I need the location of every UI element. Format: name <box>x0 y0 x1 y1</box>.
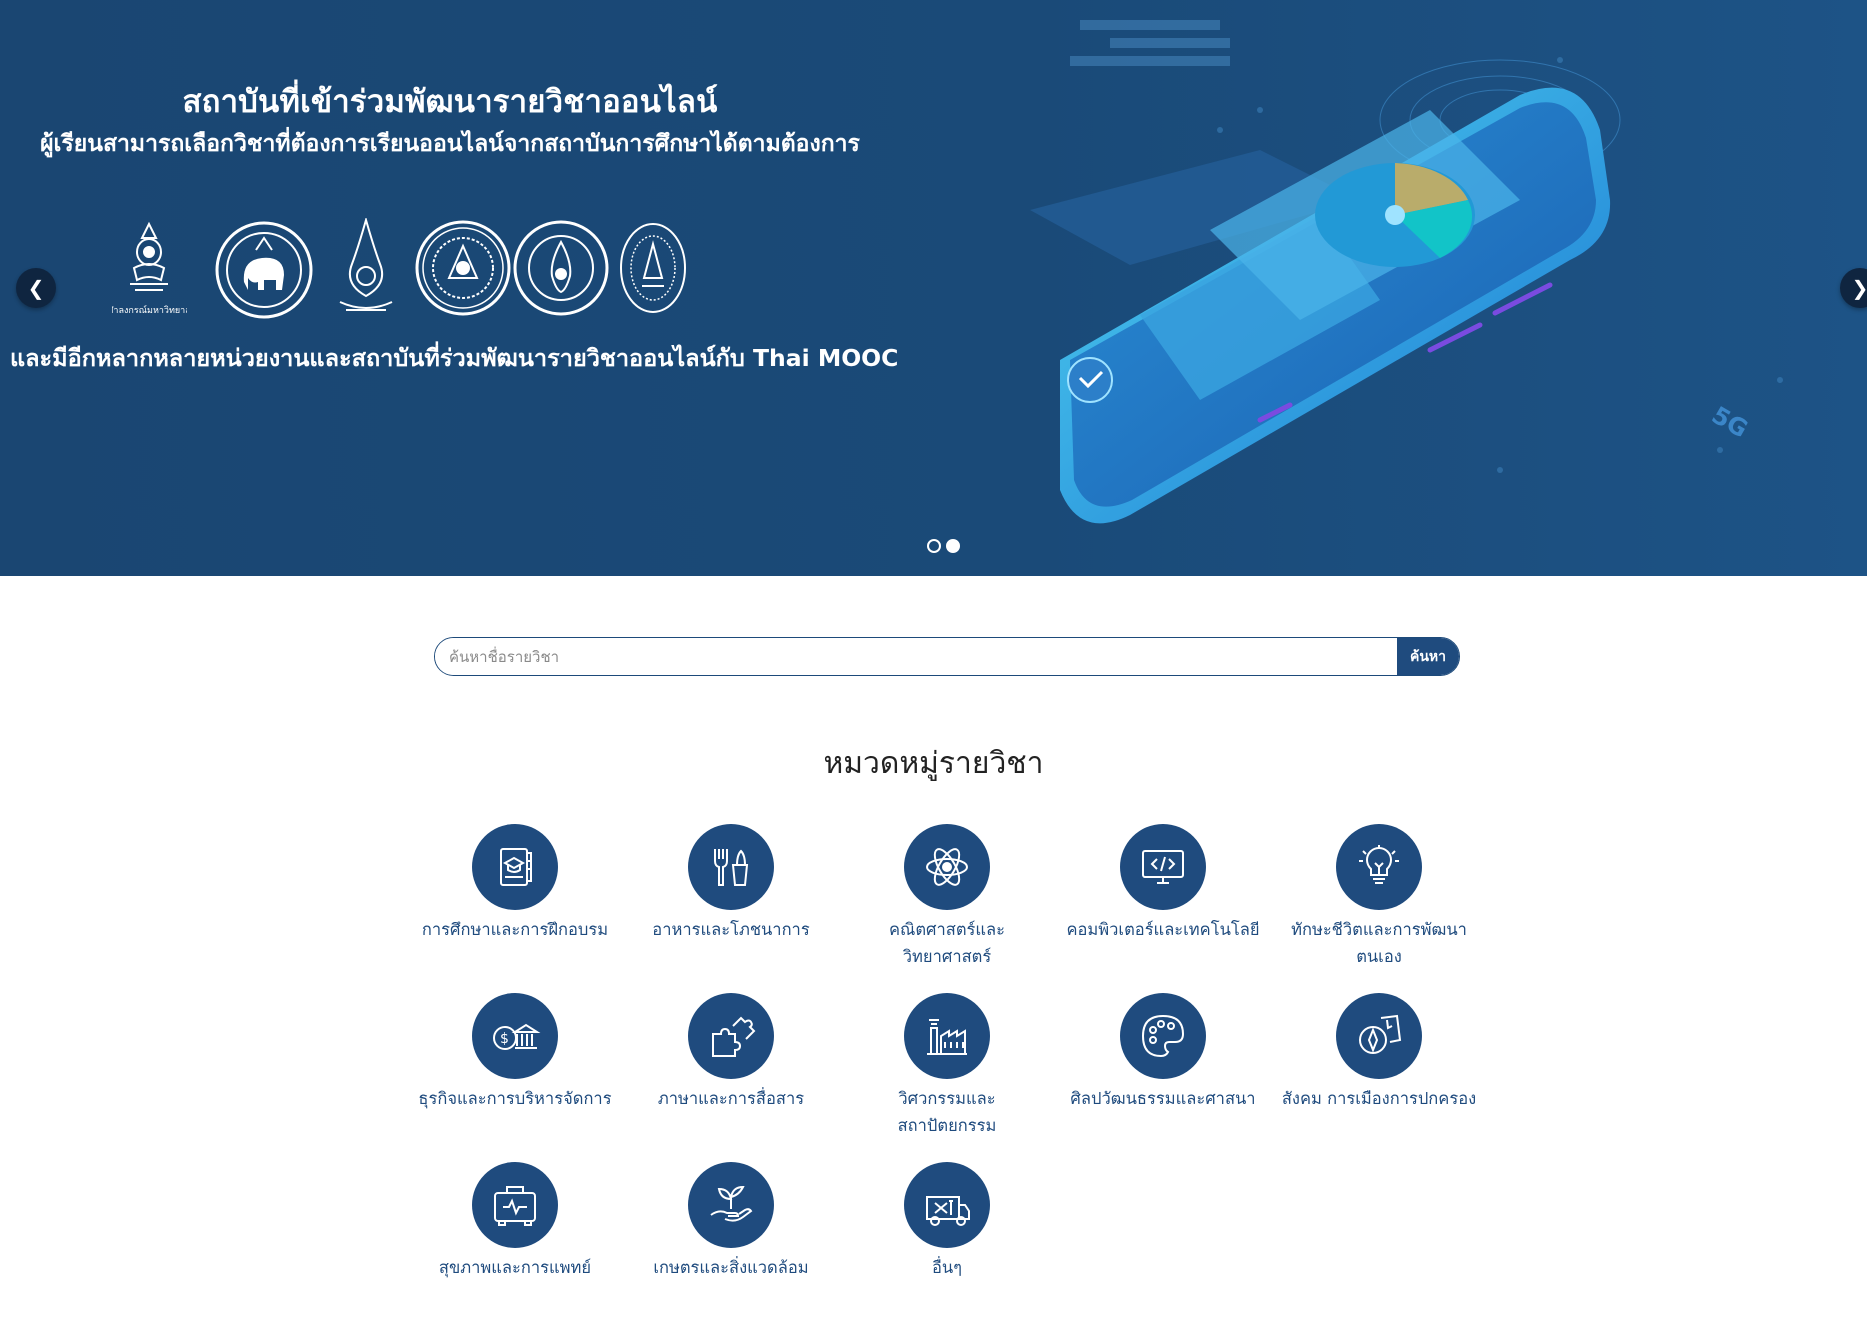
category-label: สังคม การเมืองการปกครอง <box>1281 1089 1477 1108</box>
search-bar: ค้นหา <box>434 637 1460 676</box>
category-label: คอมพิวเตอร์และเทคโนโลยี <box>1066 920 1260 939</box>
category-label: การศึกษาและการฝึกอบรม <box>421 920 609 939</box>
category-science[interactable]: คณิตศาสตร์และ วิทยาศาสตร์ <box>839 824 1055 993</box>
category-label: คณิตศาสตร์และ วิทยาศาสตร์ <box>888 920 1006 966</box>
categories-title: หมวดหมู่รายวิชา <box>823 746 1044 781</box>
hero-subtitle: ผู้เรียนสามารถเลือกวิชาที่ต้องการเรียนออ… <box>40 131 860 157</box>
food-utensils-icon <box>688 824 774 910</box>
category-label: อาหารและโภชนาการ <box>652 920 810 939</box>
category-label: วิศวกรรมและ สถาปัตยกรรม <box>897 1089 997 1135</box>
category-label: ทักษะชีวิตและการพัฒนา ตนเอง <box>1291 920 1467 966</box>
hero-title: สถาบันที่เข้าร่วมพัฒนารายวิชาออนไลน์ <box>182 84 718 120</box>
bank-money-icon: $ <box>472 993 558 1079</box>
plant-hand-icon <box>688 1162 774 1248</box>
hero-banner: สถาบันที่เข้าร่วมพัฒนารายวิชาออนไลน์ ผู้… <box>0 0 1867 576</box>
category-health[interactable]: สุขภาพและการแพทย์ <box>407 1162 623 1331</box>
category-label: อื่นๆ <box>931 1258 963 1277</box>
search-input[interactable] <box>435 638 1397 675</box>
category-computer[interactable]: คอมพิวเตอร์และเทคโนโลยี <box>1055 824 1271 993</box>
puzzle-icon <box>688 993 774 1079</box>
university-seal-logo <box>620 223 686 313</box>
category-social[interactable]: สังคม การเมืองการปกครอง <box>1271 993 1487 1162</box>
category-grid: การศึกษาและการฝึกอบรม อาหารและโภชนาการ ค… <box>407 824 1487 1331</box>
chevron-right-icon: ❯ <box>1851 276 1867 300</box>
category-agriculture[interactable]: เกษตรและสิ่งแวดล้อม <box>623 1162 839 1331</box>
flame-crest-logo <box>339 218 393 311</box>
elephant-seal-logo <box>215 221 313 319</box>
carousel-prev-button[interactable]: ❮ <box>16 268 56 308</box>
logo-caption: จุฬาลงกรณ์มหาวิทยาลัย <box>112 304 187 316</box>
royal-seal-logo <box>415 220 511 316</box>
search-button[interactable]: ค้นหา <box>1397 638 1459 675</box>
category-engineering[interactable]: วิศวกรรมและ สถาปัตยกรรม <box>839 993 1055 1162</box>
category-label: สุขภาพและการแพทย์ <box>438 1258 592 1277</box>
category-life-skills[interactable]: ทักษะชีวิตและการพัฒนา ตนเอง <box>1271 824 1487 993</box>
chula-crest-logo: จุฬาลงกรณ์มหาวิทยาลัย <box>112 221 187 316</box>
category-food[interactable]: อาหารและโภชนาการ <box>623 824 839 993</box>
atom-icon <box>904 824 990 910</box>
partner-logos: จุฬาลงกรณ์มหาวิทยาลัย <box>112 218 712 322</box>
category-label: ศิลปวัฒนธรรมและศาสนา <box>1070 1089 1256 1108</box>
mahidol-seal-logo <box>513 220 609 316</box>
category-education[interactable]: การศึกษาและการฝึกอบรม <box>407 824 623 993</box>
education-book-icon <box>472 824 558 910</box>
category-label: เกษตรและสิ่งแวดล้อม <box>653 1258 809 1277</box>
tools-truck-icon <box>904 1162 990 1248</box>
carousel-dot-1[interactable] <box>927 539 941 553</box>
carousel-dot-2[interactable] <box>946 539 960 553</box>
category-arts[interactable]: ศิลปวัฒนธรรมและศาสนา <box>1055 993 1271 1162</box>
category-label: ภาษาและการสื่อสาร <box>657 1089 805 1108</box>
svg-text:$: $ <box>500 1031 509 1047</box>
category-language[interactable]: ภาษาและการสื่อสาร <box>623 993 839 1162</box>
computer-code-icon <box>1120 824 1206 910</box>
carousel-indicators <box>927 539 960 553</box>
palette-icon <box>1120 993 1206 1079</box>
medical-kit-icon <box>472 1162 558 1248</box>
factory-icon <box>904 993 990 1079</box>
compass-book-icon <box>1336 993 1422 1079</box>
chevron-left-icon: ❮ <box>27 276 45 300</box>
lightbulb-icon <box>1336 824 1422 910</box>
hero-footer-text: และมีอีกหลากหลายหน่วยงานและสถาบันที่ร่วม… <box>10 344 899 372</box>
svg-text:5G: 5G <box>1707 401 1753 443</box>
category-label: ธุรกิจและการบริหารจัดการ <box>418 1089 612 1108</box>
category-others[interactable]: อื่นๆ <box>839 1162 1055 1331</box>
category-business[interactable]: $ ธุรกิจและการบริหารจัดการ <box>407 993 623 1162</box>
phone-illustration: 5G <box>1030 20 1783 524</box>
